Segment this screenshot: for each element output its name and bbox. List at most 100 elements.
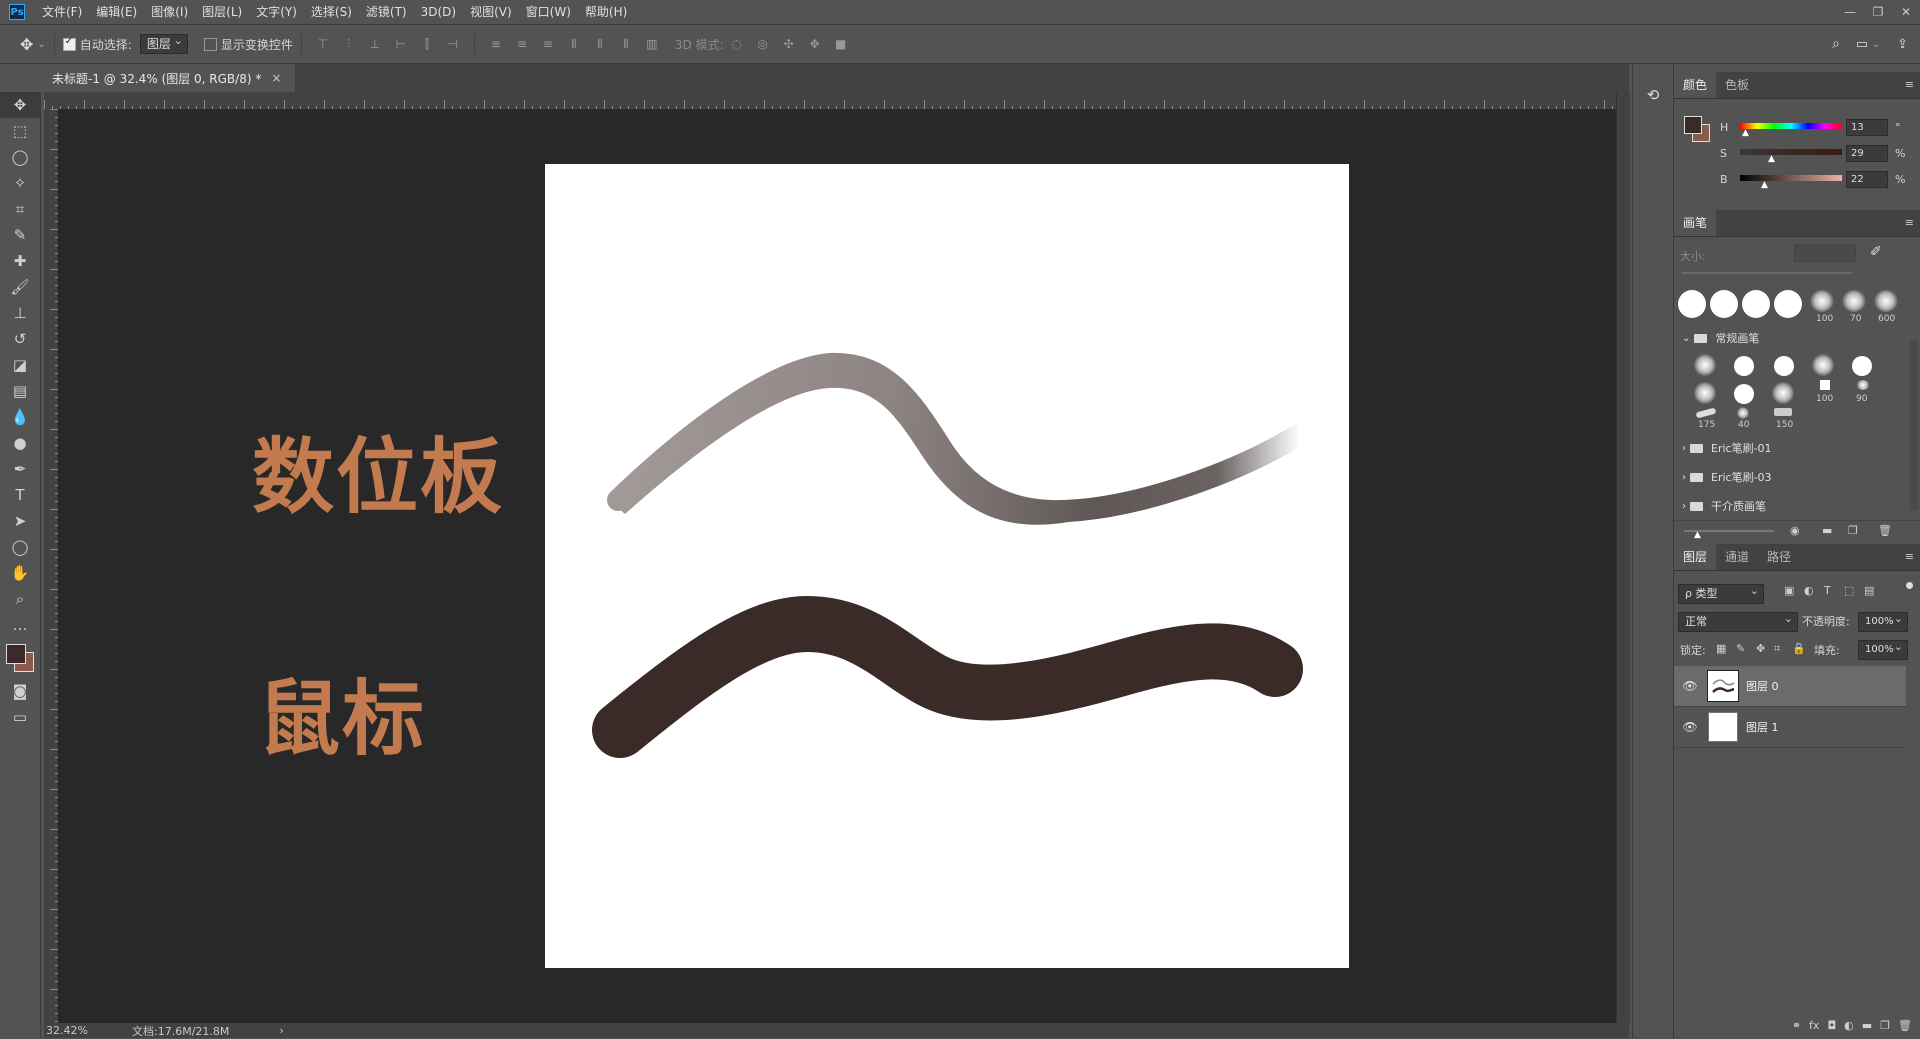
- chevron-right-icon[interactable]: ›: [1682, 472, 1686, 483]
- zoom-tool-icon[interactable]: ⌕: [0, 586, 40, 612]
- 3d-pan-icon[interactable]: ✣: [782, 37, 796, 51]
- brush-preset-texture-1[interactable]: [1810, 290, 1834, 312]
- search-icon[interactable]: ⌕: [1832, 36, 1840, 52]
- menu-window[interactable]: 窗口(W): [519, 0, 578, 24]
- workspace-icon[interactable]: ▭: [1856, 37, 1868, 52]
- brush-soft-1[interactable]: [1694, 354, 1716, 376]
- opacity-input[interactable]: 100%: [1858, 610, 1908, 632]
- brush-size-input[interactable]: [1794, 244, 1856, 262]
- hue-value[interactable]: 13: [1846, 119, 1888, 136]
- panel-menu-icon[interactable]: ≡: [1905, 78, 1914, 91]
- brush-tool-icon[interactable]: 🖌: [0, 274, 40, 300]
- brush-soft-4[interactable]: [1772, 382, 1794, 404]
- zoom-level[interactable]: 32.42%: [46, 1024, 126, 1037]
- tab-layers[interactable]: 图层: [1674, 544, 1717, 570]
- tab-paths[interactable]: 路径: [1758, 544, 1800, 570]
- brightness-slider[interactable]: [1740, 175, 1842, 181]
- 3d-roll-icon[interactable]: ◎: [756, 37, 770, 51]
- lasso-tool-icon[interactable]: ◯: [0, 144, 40, 170]
- align-left-icon[interactable]: ⊢: [394, 37, 408, 51]
- crop-tool-icon[interactable]: ⌗: [0, 196, 40, 222]
- visibility-eye-icon[interactable]: 👁: [1680, 720, 1700, 734]
- dodge-tool-icon[interactable]: ●: [0, 430, 40, 456]
- brush-preset-hard-2[interactable]: [1710, 290, 1738, 318]
- brush-folder-eric-03[interactable]: › Eric笔刷-03: [1674, 465, 1912, 489]
- filter-smart-object-icon[interactable]: ▤: [1864, 584, 1874, 597]
- lock-artboard-icon[interactable]: ⌗: [1774, 642, 1780, 656]
- layer-row-1[interactable]: 👁 图层 1: [1674, 707, 1906, 748]
- new-brush-icon[interactable]: ✐: [1870, 244, 1882, 260]
- menu-filter[interactable]: 滤镜(T): [359, 0, 414, 24]
- eraser-icon[interactable]: ◪: [0, 352, 40, 378]
- new-layer-icon[interactable]: ❐: [1880, 1019, 1890, 1032]
- menu-image[interactable]: 图像(I): [144, 0, 195, 24]
- minimize-button[interactable]: —: [1836, 0, 1864, 24]
- menu-view[interactable]: 视图(V): [463, 0, 519, 24]
- distribute-hcenter-icon[interactable]: ⦀: [593, 37, 607, 51]
- brush-group-general[interactable]: ⌄ 常规画笔: [1674, 326, 1912, 350]
- visibility-eye-icon[interactable]: 👁: [1680, 679, 1700, 693]
- type-tool-icon[interactable]: T: [0, 482, 40, 508]
- delete-layer-icon[interactable]: 🗑: [1898, 1019, 1912, 1032]
- align-right-icon[interactable]: ⊣: [446, 37, 460, 51]
- toggle-visibility-icon[interactable]: ◉: [1790, 524, 1800, 537]
- brush-folder-eric-01[interactable]: › Eric笔刷-01: [1674, 436, 1912, 460]
- align-vcenter-icon[interactable]: ⫶: [342, 37, 356, 51]
- status-menu-arrow-icon[interactable]: ›: [279, 1024, 283, 1037]
- new-preset-icon[interactable]: ❐: [1848, 524, 1858, 537]
- brush-soft-3[interactable]: [1694, 382, 1716, 404]
- panel-menu-icon[interactable]: ≡: [1905, 550, 1914, 563]
- menu-3d[interactable]: 3D(D): [414, 0, 463, 24]
- gradient-tool-icon[interactable]: ▤: [0, 378, 40, 404]
- distribute-right-icon[interactable]: ⦀: [619, 37, 633, 51]
- trash-icon[interactable]: 🗑: [1878, 524, 1892, 537]
- history-brush-icon[interactable]: ↺: [0, 326, 40, 352]
- menu-layer[interactable]: 图层(L): [195, 0, 249, 24]
- brush-preset-hard-1[interactable]: [1678, 290, 1706, 318]
- color-fg-swatch[interactable]: [1684, 116, 1702, 134]
- history-panel-icon[interactable]: ⟲: [1633, 86, 1673, 104]
- brush-preset-texture-3[interactable]: [1874, 290, 1898, 312]
- brush-texture-sample[interactable]: [1774, 408, 1792, 416]
- brush-size-slider[interactable]: [1682, 272, 1852, 274]
- brush-preview-thumb-icon[interactable]: ▲: [1694, 530, 1701, 540]
- hue-slider[interactable]: [1740, 123, 1842, 129]
- auto-select-checkbox[interactable]: [62, 36, 76, 51]
- brush-hard-a[interactable]: [1734, 356, 1754, 376]
- brush-soft-2[interactable]: [1812, 354, 1834, 376]
- menu-file[interactable]: 文件(F): [35, 0, 89, 24]
- share-icon[interactable]: ⇪: [1897, 37, 1908, 52]
- more-tools-icon[interactable]: …: [0, 612, 40, 638]
- 3d-scale-icon[interactable]: ■: [834, 37, 848, 51]
- healing-brush-icon[interactable]: ✚: [0, 248, 40, 274]
- tab-brushes[interactable]: 画笔: [1674, 210, 1717, 236]
- brush-square[interactable]: [1820, 380, 1830, 390]
- 3d-orbit-icon[interactable]: ◌: [730, 37, 744, 51]
- adjustment-layer-icon[interactable]: ◐: [1844, 1019, 1854, 1032]
- brightness-slider-thumb-icon[interactable]: ▲: [1761, 180, 1768, 190]
- lock-position-icon[interactable]: ✥: [1756, 642, 1765, 655]
- eyedropper-icon[interactable]: ✎: [0, 222, 40, 248]
- screen-mode-icon[interactable]: ▭: [0, 704, 40, 730]
- magic-wand-icon[interactable]: ✧: [0, 170, 40, 196]
- panel-menu-icon[interactable]: ≡: [1905, 216, 1914, 229]
- distribute-top-icon[interactable]: ≡: [489, 37, 503, 51]
- brightness-value[interactable]: 22: [1846, 171, 1888, 188]
- brush-hard-c[interactable]: [1852, 356, 1872, 376]
- menu-type[interactable]: 文字(Y): [249, 0, 304, 24]
- chevron-right-icon[interactable]: ›: [1682, 443, 1686, 454]
- align-bottom-icon[interactable]: ⊥: [368, 37, 382, 51]
- brush-small-soft[interactable]: [1737, 407, 1749, 419]
- hand-tool-icon[interactable]: ✋: [0, 560, 40, 586]
- new-group-folder-icon[interactable]: ▬: [1822, 524, 1832, 537]
- marquee-tool-icon[interactable]: ⬚: [0, 118, 40, 144]
- document-tab[interactable]: 未标题-1 @ 32.4% (图层 0, RGB/8) * ×: [44, 64, 296, 92]
- lock-pixels-icon[interactable]: ✎: [1736, 642, 1745, 655]
- blur-tool-icon[interactable]: 💧: [0, 404, 40, 430]
- brush-preset-texture-2[interactable]: [1842, 290, 1866, 312]
- tab-channels[interactable]: 通道: [1716, 544, 1758, 570]
- close-window-button[interactable]: ✕: [1892, 0, 1920, 24]
- brush-hard-b[interactable]: [1774, 356, 1794, 376]
- quick-mask-icon[interactable]: ◙: [0, 678, 40, 704]
- chevron-right-icon[interactable]: ›: [1682, 501, 1686, 512]
